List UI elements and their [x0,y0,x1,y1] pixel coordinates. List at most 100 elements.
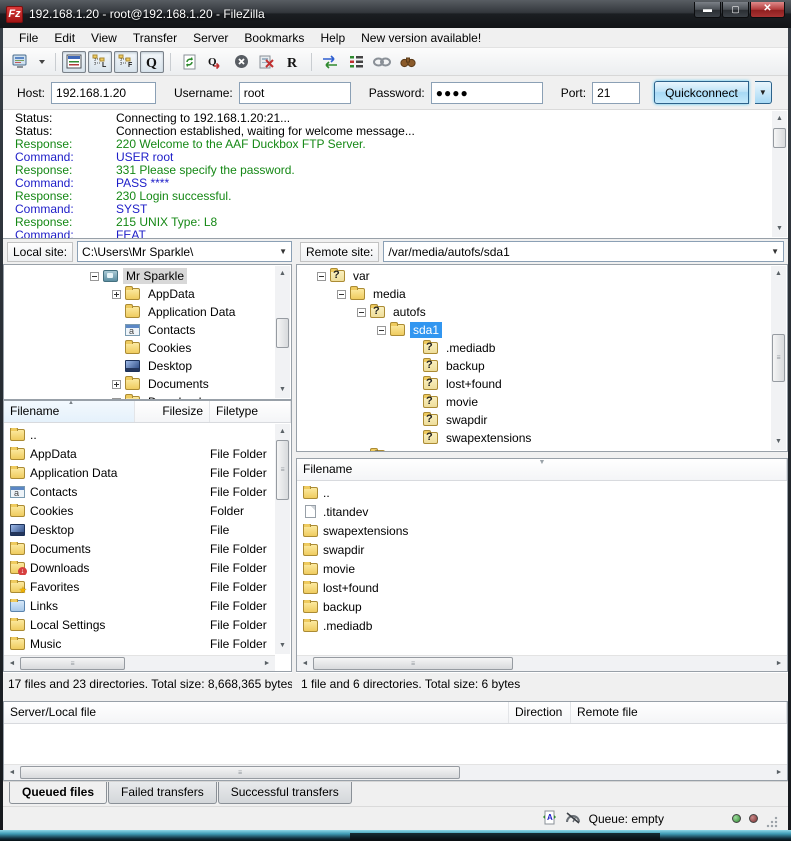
process-queue-button[interactable]: Q [203,51,227,73]
remote-site-combo[interactable]: /var/media/autofs/sda1 ▼ [383,241,784,262]
synchronized-browsing-button[interactable] [370,51,394,73]
scroll-right-icon[interactable]: ► [772,765,786,781]
scroll-left-icon[interactable]: ◄ [5,656,19,672]
remote-tree-item[interactable]: lost+found [297,375,771,393]
remote-list-hscrollbar[interactable]: ◄ ≡ ► [297,655,787,671]
reconnect-button[interactable]: R [281,51,305,73]
menu-item[interactable]: Bookmarks [236,29,312,47]
menu-item[interactable]: Help [312,29,353,47]
tree-expander-icon[interactable] [112,290,121,299]
tree-expander-icon[interactable] [337,290,346,299]
tree-expander-icon[interactable] [317,272,326,281]
scroll-right-icon[interactable]: ► [772,656,786,672]
scroll-down-icon[interactable]: ▼ [771,435,786,449]
scroll-right-icon[interactable]: ► [260,656,274,672]
toggle-message-log-button[interactable] [62,51,86,73]
scrollbar-thumb[interactable] [276,318,289,348]
close-button[interactable]: ✕ [750,2,785,18]
remote-file-row[interactable]: backup [297,597,787,616]
tree-expander-icon[interactable] [357,308,366,317]
filter-button[interactable] [344,51,368,73]
local-tree-item[interactable]: Application Data [4,303,275,321]
find-files-button[interactable] [396,51,420,73]
chevron-down-icon[interactable]: ▼ [767,247,779,256]
scroll-left-icon[interactable]: ◄ [5,765,19,781]
scrollbar-thumb[interactable]: ≡ [772,334,785,382]
scrollbar-thumb[interactable] [773,128,786,148]
host-input[interactable] [51,82,156,104]
remote-tree-item[interactable]: media [297,285,771,303]
remote-tree-item[interactable]: movie [297,393,771,411]
resize-grip[interactable] [766,816,778,828]
column-header-filesize[interactable]: Filesize [135,401,210,422]
local-site-combo[interactable]: C:\Users\Mr Sparkle\ ▼ [77,241,292,262]
toggle-local-tree-button[interactable]: L [88,51,112,73]
local-list-scrollbar[interactable]: ▲ ≡ ▼ [275,424,290,654]
local-file-row[interactable]: Application Data File Folder [4,463,275,482]
remote-file-row[interactable]: movie [297,559,787,578]
local-tree-item[interactable]: AppData [4,285,275,303]
scroll-up-icon[interactable]: ▲ [275,267,290,281]
remote-file-row[interactable]: .titandev [297,502,787,521]
menu-item[interactable]: File [11,29,46,47]
local-list-hscrollbar[interactable]: ◄ ≡ ► [4,655,275,671]
remote-file-row[interactable]: swapextensions [297,521,787,540]
toggle-transfer-queue-button[interactable]: Q [140,51,164,73]
column-header-filename[interactable]: Filename▲ [4,401,135,422]
maximize-button[interactable]: ▢ [722,2,749,18]
remote-tree-item[interactable]: autofs [297,303,771,321]
scroll-up-icon[interactable]: ▲ [772,112,787,126]
remote-tree-item[interactable]: swapdir [297,411,771,429]
site-manager-dropdown-button[interactable] [35,51,49,73]
remote-tree-scrollbar[interactable]: ▲ ≡ ▼ [771,266,786,450]
quickconnect-button[interactable]: Quickconnect [654,81,749,104]
menu-item[interactable]: New version available! [353,29,489,47]
local-file-row[interactable]: Local Settings File Folder [4,615,275,634]
title-bar[interactable]: Fz 192.168.1.20 - root@192.168.1.20 - Fi… [0,0,791,28]
remote-file-row[interactable]: lost+found [297,578,787,597]
local-tree-item[interactable]: Mr Sparkle [4,267,275,285]
remote-file-row[interactable]: .mediadb [297,616,787,635]
scrollbar-thumb[interactable]: ≡ [276,440,289,500]
scroll-down-icon[interactable]: ▼ [772,222,787,236]
local-tree-item[interactable]: Desktop [4,357,275,375]
quickconnect-dropdown-button[interactable]: ▼ [755,81,772,104]
local-tree-scrollbar[interactable]: ▲ ▼ [275,266,290,398]
tree-expander-icon[interactable] [90,272,99,281]
remote-tree-item[interactable]: dvd [297,447,771,452]
queue-hscrollbar[interactable]: ◄ ≡ ► [4,764,787,780]
local-file-row[interactable]: Links File Folder [4,596,275,615]
queue-tab[interactable]: Successful transfers [218,782,352,804]
username-input[interactable] [239,82,351,104]
chevron-down-icon[interactable]: ▼ [275,247,287,256]
local-file-row[interactable]: .. [4,425,275,444]
tree-expander-icon[interactable] [112,380,121,389]
local-file-row[interactable]: Cookies Folder [4,501,275,520]
local-file-row[interactable]: Downloads File Folder [4,558,275,577]
local-tree-item[interactable]: Downloads [4,393,275,400]
column-header-server-local-file[interactable]: Server/Local file [4,702,509,723]
local-tree-item[interactable]: Documents [4,375,275,393]
column-header-filetype[interactable]: Filetype [210,401,291,422]
local-file-row[interactable]: Favorites File Folder [4,577,275,596]
local-file-row[interactable]: Documents File Folder [4,539,275,558]
remote-file-row[interactable]: .. [297,483,787,502]
minimize-button[interactable]: ▬ [694,2,721,18]
scrollbar-thumb[interactable]: ≡ [20,657,125,670]
scrollbar-thumb[interactable]: ≡ [20,766,460,779]
directory-comparison-button[interactable] [318,51,342,73]
menu-item[interactable]: Transfer [125,29,185,47]
port-input[interactable] [592,82,640,104]
scrollbar-thumb[interactable]: ≡ [313,657,513,670]
scroll-down-icon[interactable]: ▼ [275,383,290,397]
remote-tree-item[interactable]: swapextensions [297,429,771,447]
queue-tab[interactable]: Failed transfers [108,782,217,804]
remote-file-row[interactable]: swapdir [297,540,787,559]
local-file-row[interactable]: AppData File Folder [4,444,275,463]
cancel-button[interactable] [229,51,253,73]
disconnect-button[interactable] [255,51,279,73]
menu-item[interactable]: View [83,29,125,47]
tree-expander-icon[interactable] [377,326,386,335]
refresh-button[interactable] [177,51,201,73]
password-input[interactable] [431,82,543,104]
